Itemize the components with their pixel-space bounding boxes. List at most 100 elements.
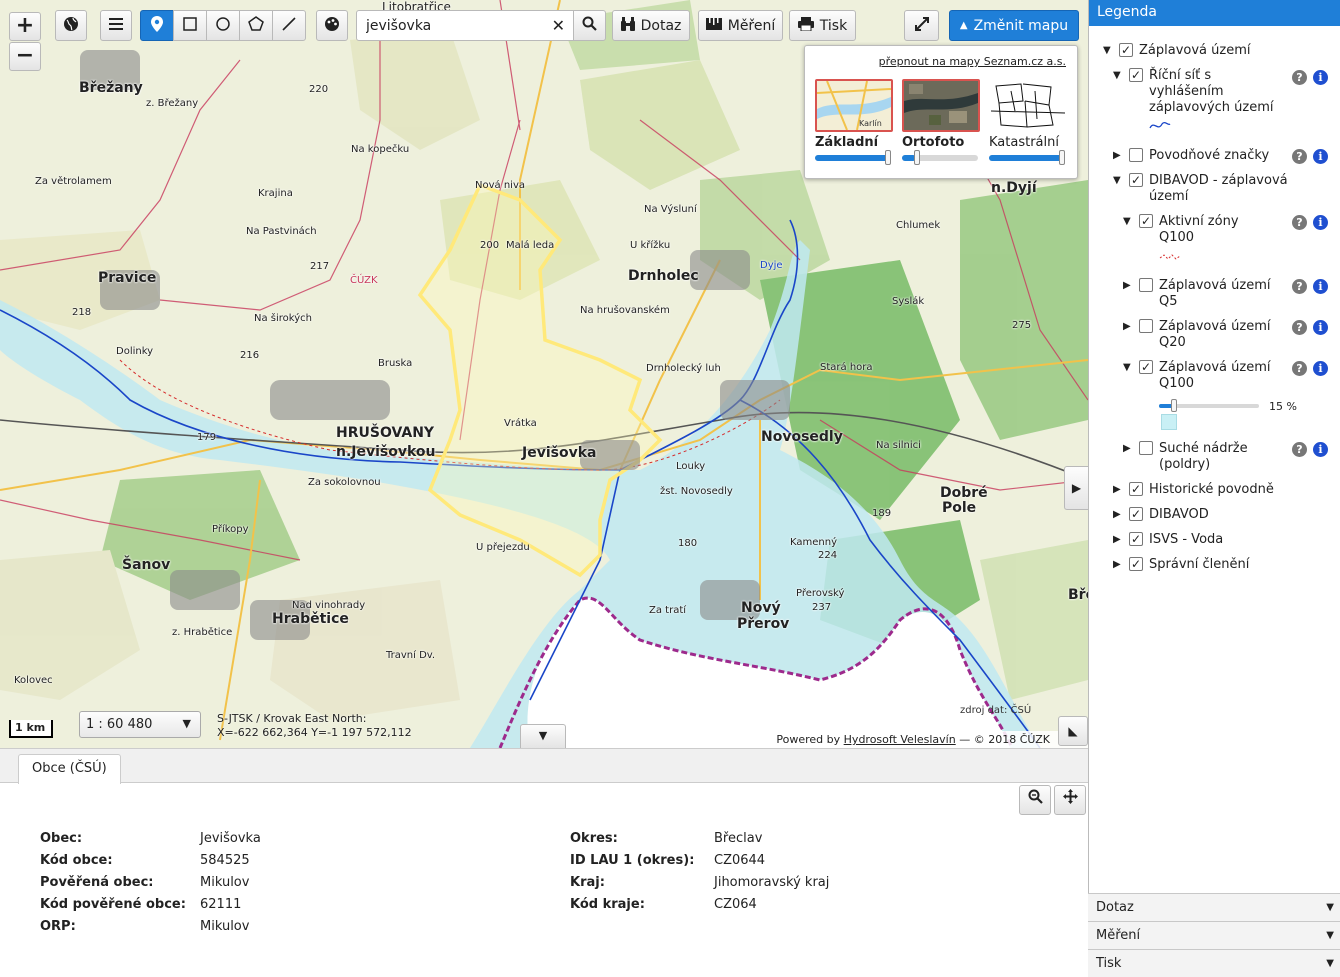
basemap-ortofoto-opacity-slider[interactable] [902,150,978,165]
checkbox-q20[interactable] [1139,319,1153,333]
help-icon[interactable]: ? [1292,215,1307,230]
point-tool-button[interactable] [140,10,174,41]
info-icon[interactable]: i [1313,149,1328,164]
caret-right-icon[interactable]: ▶ [1113,559,1121,570]
zoom-out-button[interactable]: − [9,42,41,71]
tab-obce-csu[interactable]: Obce (ČSÚ) [18,754,121,784]
checkbox-zaplavova-uzemi[interactable]: ✓ [1119,43,1133,57]
clear-search-icon[interactable]: ✕ [552,16,565,35]
help-icon[interactable]: ? [1292,149,1307,164]
help-icon[interactable]: ? [1292,320,1307,335]
q100-opacity-slider[interactable] [1159,399,1259,412]
caret-down-icon[interactable]: ▼ [1123,216,1131,227]
toggle-legend-button[interactable]: ▶ [1064,466,1088,510]
checkbox-historicke-povodne[interactable]: ✓ [1129,482,1143,496]
caret-right-icon[interactable]: ▶ [1113,509,1121,520]
fullscreen-button[interactable] [904,10,939,41]
info-icon[interactable]: i [1313,279,1328,294]
help-icon[interactable]: ? [1292,442,1307,457]
checkbox-dibavod[interactable]: ✓ [1129,507,1143,521]
legend-title[interactable]: Legenda [1089,0,1340,26]
map-pin-icon [151,15,163,36]
label-z-hrabetice: z. Hrabětice [172,627,233,638]
checkbox-q100[interactable]: ✓ [1139,360,1153,374]
caret-up-icon: ▲ [959,20,968,31]
info-icon[interactable]: i [1313,442,1328,457]
basemap-ortofoto-thumb[interactable] [902,79,980,132]
zoom-in-button[interactable]: + [9,12,41,41]
circle-tool-button[interactable] [206,10,240,41]
hydrosoft-link[interactable]: Hydrosoft Veleslavín [844,733,956,746]
info-icon[interactable]: i [1313,361,1328,376]
search-input[interactable] [357,11,547,40]
palette-button[interactable] [316,10,348,41]
checkbox-isvs-voda[interactable]: ✓ [1129,532,1143,546]
credits: Powered by Hydrosoft Veleslavín — © 2018… [770,731,1088,748]
print-button[interactable]: Tisk [789,10,856,41]
caret-right-icon[interactable]: ▶ [1123,321,1131,332]
map-canvas[interactable]: Břežany Pravice HRUŠOVANY n.Jevišovkou J… [0,0,1088,748]
help-icon[interactable]: ? [1292,70,1307,85]
layers-menu-button[interactable] [100,10,132,41]
globe-button[interactable] [55,10,87,41]
help-icon[interactable]: ? [1292,279,1307,294]
label-chlumek: Chlumek [896,220,941,231]
label-na-kopecku: Na kopečku [351,144,410,155]
label-na-hrusovanskem: Na hrušovanském [580,305,670,316]
caret-down-icon[interactable]: ▼ [1103,45,1111,56]
label-dolinky: Dolinky [116,346,154,357]
accordion-mereni[interactable]: Měření ▼ [1088,921,1340,949]
zoom-to-feature-button[interactable] [1019,785,1051,815]
label-bruska: Bruska [378,358,413,369]
checkbox-dibavod-zu[interactable]: ✓ [1129,173,1143,187]
change-map-button[interactable]: ▲ Změnit mapu [949,10,1079,41]
zoom-search-icon [1028,789,1043,808]
caret-right-icon[interactable]: ▶ [1113,150,1121,161]
basemap-katastralni[interactable]: Katastrální [989,79,1067,165]
polygon-tool-button[interactable] [239,10,273,41]
label-elev-200: 200 [480,240,500,251]
seznam-switch-link[interactable]: přepnout na mapy Seznam.cz a.s. [879,55,1066,68]
basemap-katastralni-thumb[interactable] [989,79,1067,132]
corner-arrow-icon: ◣ [1068,724,1078,738]
line-tool-button[interactable] [272,10,306,41]
credits-prefix: Powered by [776,733,844,746]
checkbox-spravni-cleneni[interactable]: ✓ [1129,557,1143,571]
info-icon[interactable]: i [1313,70,1328,85]
checkbox-aktivni-zony[interactable]: ✓ [1139,214,1153,228]
caret-down-icon[interactable]: ▼ [1123,362,1131,373]
checkbox-suche-nadrze[interactable] [1139,441,1153,455]
checkbox-povodnove-znacky[interactable] [1129,148,1143,162]
basemap-zakladni[interactable]: Karlín Základní [815,79,893,165]
scale-select[interactable]: 1 : 60 480 ▼ [79,711,201,738]
basemap-zakladni-thumb[interactable]: Karlín [815,79,893,132]
info-icon[interactable]: i [1313,320,1328,335]
accordion-tisk[interactable]: Tisk ▼ [1088,949,1340,977]
help-icon[interactable]: ? [1292,361,1307,376]
caret-down-icon[interactable]: ▼ [1113,70,1121,81]
accordion-dotaz[interactable]: Dotaz ▼ [1088,893,1340,921]
basemap-katastralni-opacity-slider[interactable] [989,150,1065,165]
info-icon[interactable]: i [1313,215,1328,230]
caret-right-icon[interactable]: ▶ [1123,280,1131,291]
measure-button[interactable]: Měření [698,10,783,41]
attr-key: Pověřená obec: [40,875,154,890]
checkbox-q5[interactable] [1139,278,1153,292]
slider-knob[interactable] [1171,399,1177,412]
basemap-ortofoto[interactable]: Ortofoto [902,79,980,165]
caret-right-icon[interactable]: ▶ [1113,484,1121,495]
query-button[interactable]: Dotaz [612,10,690,41]
legend-item-dibavod-zu: DIBAVOD - záplavová území [1149,173,1288,204]
ruler-icon [705,17,722,34]
collapse-panel-button[interactable]: ▼ [520,724,566,748]
caret-right-icon[interactable]: ▶ [1113,534,1121,545]
basemap-zakladni-opacity-slider[interactable] [815,150,891,165]
search-button[interactable] [573,10,606,41]
rectangle-tool-button[interactable] [173,10,207,41]
basemap-ortofoto-name: Ortofoto [902,135,965,150]
pan-to-feature-button[interactable] [1054,785,1086,815]
caret-down-icon[interactable]: ▼ [1113,175,1121,186]
overview-toggle-button[interactable]: ◣ [1058,716,1088,746]
caret-right-icon[interactable]: ▶ [1123,443,1131,454]
checkbox-ricni-sit[interactable]: ✓ [1129,68,1143,82]
